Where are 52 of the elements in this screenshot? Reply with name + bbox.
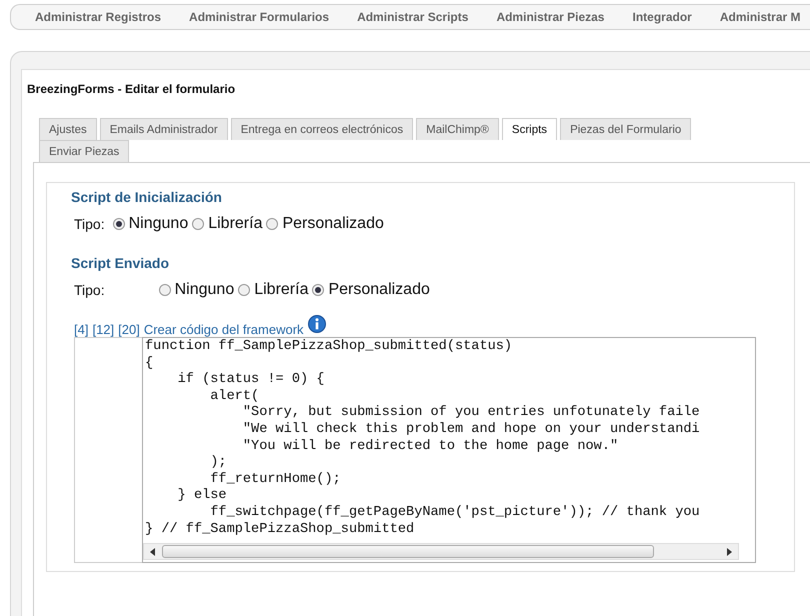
radio-button[interactable] (266, 218, 278, 230)
tab[interactable]: Scripts (502, 118, 558, 140)
tab[interactable]: Piezas del Formulario (560, 118, 692, 140)
link[interactable]: [4] (74, 322, 88, 337)
tab[interactable]: Entrega en correos electrónicos (230, 118, 414, 140)
nav-link[interactable]: Administrar Registros (35, 10, 176, 24)
right-arrow-icon[interactable] (726, 548, 732, 556)
link[interactable]: Crear código del framework (144, 322, 304, 337)
type-label: Tipo: (74, 282, 105, 298)
code-line: "We will check this problem and hope on your understandi (242, 422, 701, 439)
code-line: ff_returnHome(); (209, 472, 342, 488)
tab[interactable]: Emails Administrador (100, 118, 228, 140)
nav-link[interactable]: Integrador (632, 10, 706, 24)
tab[interactable]: Enviar Piezas (39, 140, 130, 162)
section-heading: Script de Inicialización (71, 189, 223, 205)
radio-label: Ninguno (174, 281, 234, 299)
code-line: } else (176, 488, 228, 505)
left-arrow-icon[interactable] (150, 548, 156, 556)
radio-label: Personalizado (282, 215, 384, 233)
radio-button[interactable] (158, 284, 171, 296)
info-icon[interactable] (308, 315, 326, 333)
radio-label: Ninguno (128, 215, 188, 233)
section-heading: Script Enviado (71, 255, 170, 271)
code-line: "Sorry, but submission of you entries unfotunately faile (242, 405, 701, 422)
radio-button[interactable] (192, 218, 204, 230)
link[interactable]: [12] (92, 322, 114, 337)
code-line: ff_switchpage(ff_getPageByName('pst_picture')); // thank you (209, 504, 701, 522)
horizontal-scrollbar[interactable] (143, 543, 739, 560)
code-line: ); (209, 455, 228, 472)
radio-label: Personalizado (328, 281, 430, 299)
nav-link[interactable]: Administrar Formularios (189, 10, 344, 24)
code-line: function ff_SamplePizzaShop_submitted(status) (145, 339, 514, 356)
radio-button[interactable] (312, 284, 324, 296)
link[interactable]: [20] (118, 322, 140, 337)
code-line: "You will be redirected to the home page now." (242, 438, 620, 456)
tab[interactable]: Ajustes (39, 118, 97, 140)
code-line: if (status != 0) { (176, 372, 326, 389)
tab[interactable]: MailChimp® (416, 118, 499, 140)
code-line: alert( (209, 388, 260, 405)
type-label: Tipo: (74, 216, 105, 232)
code-line: { (145, 356, 154, 372)
nav-link[interactable]: Administrar Piezas (496, 10, 618, 24)
code-line: } // ff_SamplePizzaShop_submitted (145, 522, 416, 538)
nav-link[interactable]: Administrar Scripts (357, 10, 482, 24)
panel-title: BreezingForms - Editar el formulario (27, 82, 236, 96)
code-editor[interactable] (142, 337, 756, 563)
radio-button[interactable] (238, 284, 250, 296)
radio-label: Librería (208, 215, 262, 233)
radio-button[interactable] (112, 218, 125, 230)
nav-link[interactable]: Administrar M (720, 10, 810, 24)
scrollbar-thumb[interactable] (162, 545, 654, 558)
radio-label: Librería (254, 281, 308, 299)
